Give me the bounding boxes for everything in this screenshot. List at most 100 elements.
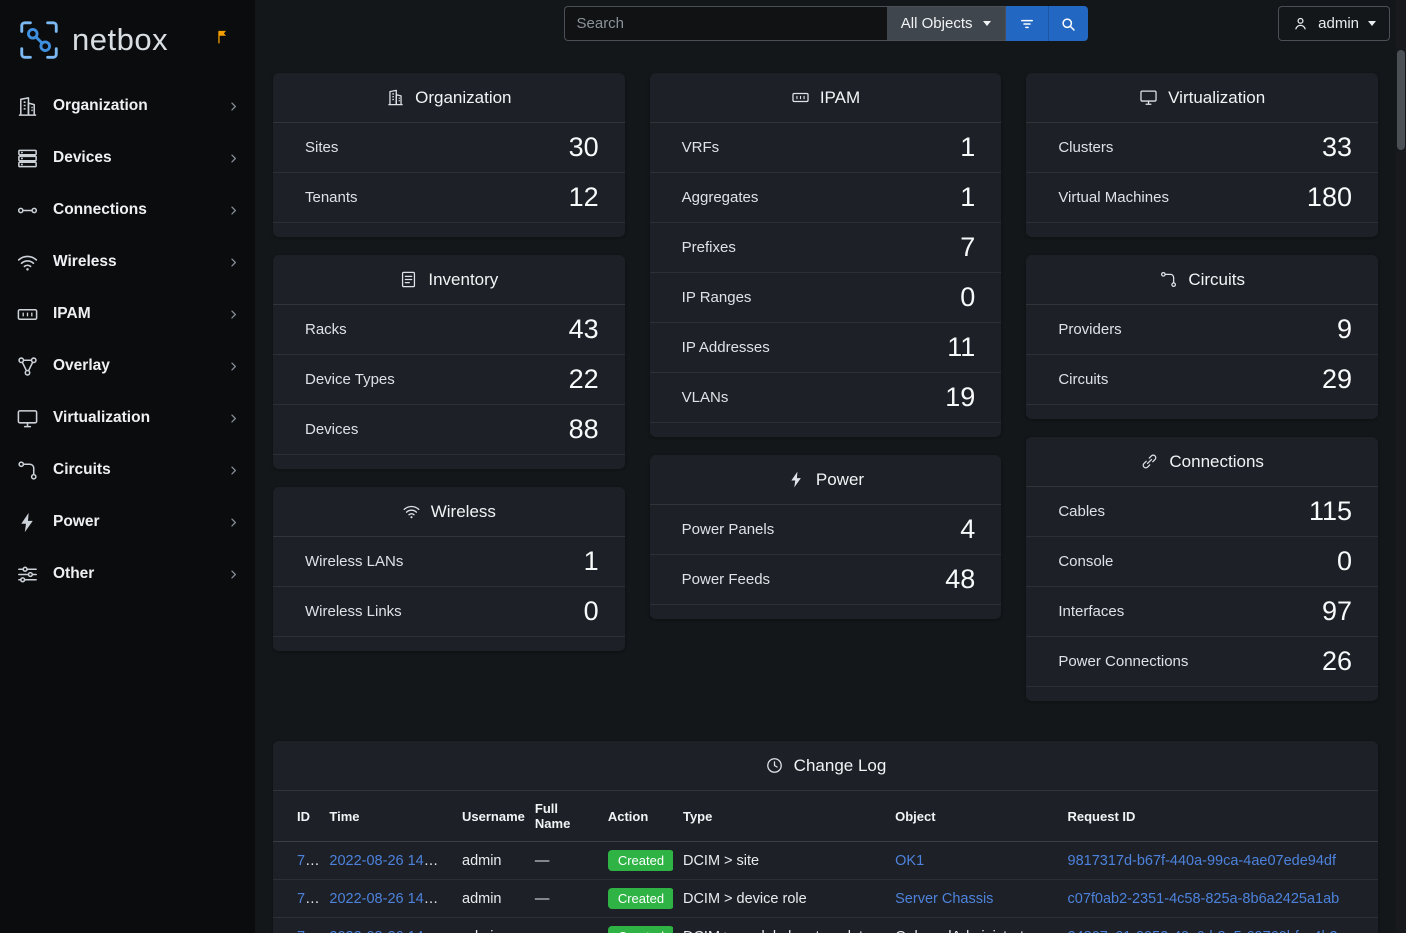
- sidebar-item-label: Devices: [53, 149, 212, 167]
- sidebar-item-connections[interactable]: Connections: [0, 184, 255, 236]
- stat-value[interactable]: 33: [1322, 132, 1352, 163]
- stat-value[interactable]: 0: [584, 596, 599, 627]
- stat-value[interactable]: 12: [569, 182, 599, 213]
- stat-label[interactable]: Racks: [305, 321, 347, 338]
- sidebar-item-other[interactable]: Other: [0, 548, 255, 600]
- stat-value[interactable]: 7: [960, 232, 975, 263]
- sidebar-item-label: Wireless: [53, 253, 212, 271]
- changelog-id-link[interactable]: 753: [297, 929, 319, 933]
- changelog-request-id-link[interactable]: c07f0ab2-2351-4c58-825a-8b6a2425a1ab: [1068, 891, 1340, 907]
- stat-label[interactable]: Power Feeds: [682, 571, 770, 588]
- stat-label[interactable]: VRFs: [682, 139, 720, 156]
- sidebar-item-virtualization[interactable]: Virtualization: [0, 392, 255, 444]
- stat-value[interactable]: 1: [960, 182, 975, 213]
- stat-label[interactable]: Interfaces: [1058, 603, 1124, 620]
- card-organization-header: Organization: [273, 73, 625, 123]
- stat-value[interactable]: 180: [1307, 182, 1352, 213]
- stat-label[interactable]: Console: [1058, 553, 1113, 570]
- stat-row: Aggregates 1: [650, 173, 1002, 223]
- stat-label[interactable]: Cables: [1058, 503, 1105, 520]
- stat-row: Devices 88: [273, 405, 625, 455]
- scrollbar-thumb[interactable]: [1397, 50, 1405, 150]
- stat-label[interactable]: Power Connections: [1058, 653, 1188, 670]
- sidebar-item-circuits[interactable]: Circuits: [0, 444, 255, 496]
- stat-label[interactable]: Wireless LANs: [305, 553, 403, 570]
- sidebar-item-ipam[interactable]: IPAM: [0, 288, 255, 340]
- changelog-object-link[interactable]: OK1: [895, 853, 924, 869]
- stat-row: Device Types 22: [273, 355, 625, 405]
- sidebar-item-label: Overlay: [53, 357, 212, 375]
- changelog-username: admin: [462, 891, 502, 907]
- stat-value[interactable]: 88: [569, 414, 599, 445]
- changelog-id-link[interactable]: 755: [297, 853, 319, 869]
- stat-value[interactable]: 4: [960, 514, 975, 545]
- lightning-icon: [16, 511, 39, 534]
- stat-value[interactable]: 43: [569, 314, 599, 345]
- action-badge: Created: [608, 888, 673, 909]
- action-badge: Created: [608, 926, 673, 933]
- stat-value[interactable]: 26: [1322, 646, 1352, 677]
- stat-label[interactable]: Providers: [1058, 321, 1121, 338]
- graph-icon: [16, 355, 39, 378]
- sidebar-item-label: Other: [53, 565, 212, 583]
- stat-label[interactable]: Power Panels: [682, 521, 775, 538]
- stat-label[interactable]: Wireless Links: [305, 603, 402, 620]
- stat-value[interactable]: 9: [1337, 314, 1352, 345]
- changelog-object-link[interactable]: Server Chassis: [895, 891, 993, 907]
- sidebar-item-devices[interactable]: Devices: [0, 132, 255, 184]
- stat-value[interactable]: 22: [569, 364, 599, 395]
- pin-sidebar-icon[interactable]: [214, 28, 231, 45]
- stat-value[interactable]: 97: [1322, 596, 1352, 627]
- changelog-fullname: —: [535, 891, 550, 907]
- chevron-right-icon: [226, 99, 241, 114]
- stat-label[interactable]: IP Ranges: [682, 289, 752, 306]
- card-virtualization: Virtualization Clusters 33 Virtual Machi…: [1026, 73, 1378, 237]
- search-button[interactable]: [1048, 6, 1088, 41]
- user-menu-button[interactable]: admin: [1278, 6, 1390, 41]
- netbox-logo-icon: [16, 17, 62, 63]
- stat-value[interactable]: 0: [1337, 546, 1352, 577]
- stat-label[interactable]: VLANs: [682, 389, 729, 406]
- stat-label[interactable]: Tenants: [305, 189, 358, 206]
- cable-icon: [1140, 452, 1159, 471]
- stat-value[interactable]: 30: [569, 132, 599, 163]
- stat-label[interactable]: Devices: [305, 421, 358, 438]
- filter-button[interactable]: [1006, 6, 1048, 41]
- topbar: All Objects admin: [255, 0, 1396, 47]
- stat-row: Cables 115: [1026, 487, 1378, 537]
- changelog-time-link[interactable]: 2022-08-26 14:17: [329, 891, 444, 907]
- changelog-time-link[interactable]: 2022-08-26 14:22: [329, 853, 444, 869]
- stat-value[interactable]: 29: [1322, 364, 1352, 395]
- stat-value[interactable]: 0: [960, 282, 975, 313]
- stat-label[interactable]: Circuits: [1058, 371, 1108, 388]
- changelog-time-link[interactable]: 2022-08-26 14:15: [329, 929, 444, 933]
- changelog-request-id-link[interactable]: 9817317d-b67f-440a-99ca-4ae07ede94df: [1068, 853, 1336, 869]
- sidebar-item-overlay[interactable]: Overlay: [0, 340, 255, 392]
- netbox-logo[interactable]: netbox: [0, 0, 255, 80]
- stat-label[interactable]: Prefixes: [682, 239, 736, 256]
- stat-value[interactable]: 48: [945, 564, 975, 595]
- object-type-dropdown[interactable]: All Objects: [887, 6, 1006, 41]
- stat-value[interactable]: 11: [947, 332, 975, 363]
- inventory-list-icon: [399, 270, 418, 289]
- stat-label[interactable]: Virtual Machines: [1058, 189, 1169, 206]
- scrollbar-track[interactable]: [1396, 0, 1406, 933]
- stat-value[interactable]: 19: [945, 382, 975, 413]
- stat-value[interactable]: 115: [1309, 496, 1352, 527]
- stat-label[interactable]: Clusters: [1058, 139, 1113, 156]
- search-input[interactable]: [564, 6, 887, 41]
- sidebar-item-wireless[interactable]: Wireless: [0, 236, 255, 288]
- stat-label[interactable]: IP Addresses: [682, 339, 770, 356]
- changelog-request-id-link[interactable]: 24807c61-9952-49c6-b8a5-69760bfcc4b3: [1068, 929, 1338, 933]
- stat-label[interactable]: Aggregates: [682, 189, 759, 206]
- stat-label[interactable]: Sites: [305, 139, 338, 156]
- stat-value[interactable]: 1: [584, 546, 599, 577]
- sliders-icon: [16, 563, 39, 586]
- stat-value[interactable]: 1: [960, 132, 975, 163]
- stat-row: Wireless Links 0: [273, 587, 625, 637]
- stat-row: IP Addresses 11: [650, 323, 1002, 373]
- sidebar-item-power[interactable]: Power: [0, 496, 255, 548]
- sidebar-item-organization[interactable]: Organization: [0, 80, 255, 132]
- changelog-id-link[interactable]: 754: [297, 891, 319, 907]
- stat-label[interactable]: Device Types: [305, 371, 395, 388]
